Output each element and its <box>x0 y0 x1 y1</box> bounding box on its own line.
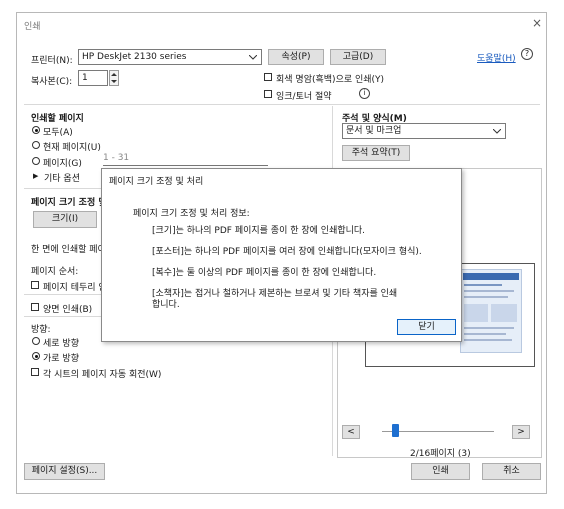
radio-landscape[interactable] <box>32 352 40 360</box>
auto-rotate-label: 각 시트의 페이지 자동 회전(W) <box>43 370 162 380</box>
copies-input[interactable]: 1 <box>78 70 108 86</box>
printer-value: HP DeskJet 2130 series <box>82 52 187 62</box>
radio-pages[interactable] <box>32 157 40 165</box>
properties-button[interactable]: 속성(P) <box>268 49 324 65</box>
pages-range-value: 1 - 31 <box>103 153 130 163</box>
help-link[interactable]: 도움말(H) <box>477 51 516 64</box>
advanced-button[interactable]: 고급(D) <box>330 49 386 65</box>
popup-line-poster: [포스터]는 하나의 PDF 페이지를 여러 장에 인쇄합니다(모자이크 형식)… <box>152 247 422 257</box>
cancel-button[interactable]: 취소 <box>482 463 541 480</box>
help-icon[interactable]: ? <box>521 48 533 60</box>
preview-header-bar <box>463 273 519 280</box>
preview-figure <box>464 304 488 322</box>
size-button[interactable]: 크기(I) <box>33 211 97 228</box>
popup-line-size: [크기]는 하나의 PDF 페이지를 종이 한 장에 인쇄합니다. <box>152 226 366 236</box>
close-icon[interactable]: × <box>532 16 542 30</box>
more-options-label[interactable]: 기타 옵션 <box>44 171 80 184</box>
preview-line <box>464 296 508 298</box>
triangle-right-icon[interactable]: ▶ <box>33 172 38 180</box>
comments-select[interactable]: 문서 및 마크업 <box>342 123 506 139</box>
popup-title: 페이지 크기 조정 및 처리 <box>109 177 204 187</box>
radio-all[interactable] <box>32 126 40 134</box>
radio-all-label: 모두(A) <box>43 128 73 138</box>
printer-label: 프린터(N): <box>31 56 73 66</box>
preview-line <box>464 284 502 286</box>
window-title: 인쇄 <box>24 22 41 32</box>
preview-line <box>464 290 514 292</box>
page-borders-label: 페이지 테두리 인 <box>43 283 107 293</box>
summarize-comments-button[interactable]: 주석 요약(T) <box>342 145 410 161</box>
grayscale-label: 회색 명암(흑백)으로 인쇄(Y) <box>276 75 385 85</box>
close-button[interactable]: 닫기 <box>397 319 456 335</box>
popup-line-booklet: [소책자]는 접거나 철하거나 제본하는 브로셔 및 기타 책자를 인쇄 <box>152 289 398 299</box>
divider <box>24 316 102 317</box>
chevron-down-icon <box>249 55 257 60</box>
preview-line <box>464 333 506 335</box>
page-setup-button[interactable]: 페이지 설정(S)... <box>24 463 105 480</box>
per-sheet-label: 한 면에 인쇄할 페이 <box>31 245 106 255</box>
pages-heading: 인쇄할 페이지 <box>31 114 84 124</box>
copies-stepper[interactable] <box>109 70 119 86</box>
radio-pages-label: 페이지(G) <box>43 159 82 169</box>
preview-line <box>464 327 514 329</box>
stepper-arrows-icon <box>111 73 117 83</box>
preview-figure <box>491 304 517 322</box>
divider <box>24 104 540 105</box>
duplex-label: 양면 인쇄(B) <box>43 305 93 315</box>
duplex-checkbox[interactable] <box>31 303 39 311</box>
sizing-heading: 페이지 크기 조정 및 <box>31 198 107 208</box>
sizing-info-popup: 페이지 크기 조정 및 처리 페이지 크기 조정 및 처리 정보: [크기]는 … <box>101 168 462 342</box>
page-slider-thumb[interactable] <box>392 424 400 437</box>
print-button[interactable]: 인쇄 <box>411 463 470 480</box>
ink-save-checkbox[interactable] <box>264 90 272 98</box>
pages-range-input[interactable]: 1 - 31 <box>103 153 268 166</box>
page-indicator: 2/16페이지 (3) <box>410 449 471 459</box>
preview-document-image <box>460 269 522 353</box>
grayscale-checkbox[interactable] <box>264 73 272 81</box>
copies-value: 1 <box>82 73 88 83</box>
orientation-heading: 방향: <box>31 325 51 335</box>
chevron-down-icon <box>493 129 501 134</box>
printer-select[interactable]: HP DeskJet 2130 series <box>78 49 262 65</box>
auto-rotate-checkbox[interactable] <box>31 368 39 376</box>
radio-portrait[interactable] <box>32 337 40 345</box>
next-page-button[interactable]: > <box>512 425 530 439</box>
divider <box>24 188 102 189</box>
radio-landscape-label: 가로 방향 <box>43 354 79 364</box>
page-order-label: 페이지 순서: <box>31 267 79 277</box>
comments-value: 문서 및 마크업 <box>346 126 402 136</box>
copies-label: 복사본(C): <box>31 77 73 87</box>
info-icon[interactable]: i <box>359 88 370 99</box>
page-borders-checkbox[interactable] <box>31 281 39 289</box>
ink-save-label: 잉크/토너 절약 <box>276 92 332 102</box>
prev-page-button[interactable]: < <box>342 425 360 439</box>
divider <box>24 294 102 295</box>
popup-line-booklet-cont: 합니다. <box>152 300 180 310</box>
popup-line-multiple: [복수]는 둘 이상의 PDF 페이지를 종이 한 장에 인쇄합니다. <box>152 268 377 278</box>
radio-current-label: 현재 페이지(U) <box>43 143 101 153</box>
radio-current-page[interactable] <box>32 141 40 149</box>
radio-portrait-label: 세로 방향 <box>43 339 79 349</box>
preview-line <box>464 339 512 341</box>
popup-info-heading: 페이지 크기 조정 및 처리 정보: <box>133 209 250 219</box>
